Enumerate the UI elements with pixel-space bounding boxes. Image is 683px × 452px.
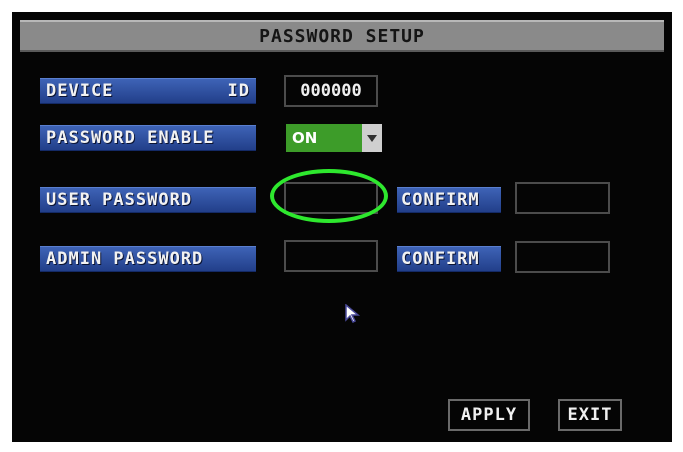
device-id-field[interactable]: 000000 xyxy=(284,75,378,107)
device-id-label: DEVICE ID xyxy=(40,78,256,104)
user-password-label: USER PASSWORD xyxy=(40,187,256,213)
password-enable-label: PASSWORD ENABLE xyxy=(40,125,256,151)
admin-confirm-label: CONFIRM xyxy=(397,246,501,272)
user-password-field[interactable] xyxy=(284,182,378,214)
password-enable-value: ON xyxy=(292,129,318,147)
user-confirm-label: CONFIRM xyxy=(397,187,501,213)
password-setup-screen: PASSWORD SETUP DEVICE ID 000000 PASSWORD… xyxy=(12,12,672,442)
mouse-pointer-icon xyxy=(345,303,361,328)
admin-password-label: ADMIN PASSWORD xyxy=(40,246,256,272)
password-enable-dropdown[interactable]: ON xyxy=(286,124,382,152)
user-confirm-field[interactable] xyxy=(515,182,610,214)
page-title: PASSWORD SETUP xyxy=(20,20,664,52)
device-id-label-right: ID xyxy=(227,81,250,101)
exit-button[interactable]: EXIT xyxy=(558,399,622,431)
chevron-down-icon[interactable] xyxy=(362,124,382,152)
apply-button[interactable]: APPLY xyxy=(448,399,530,431)
device-id-label-left: DEVICE xyxy=(46,81,114,101)
admin-password-field[interactable] xyxy=(284,240,378,272)
admin-confirm-field[interactable] xyxy=(515,241,610,273)
